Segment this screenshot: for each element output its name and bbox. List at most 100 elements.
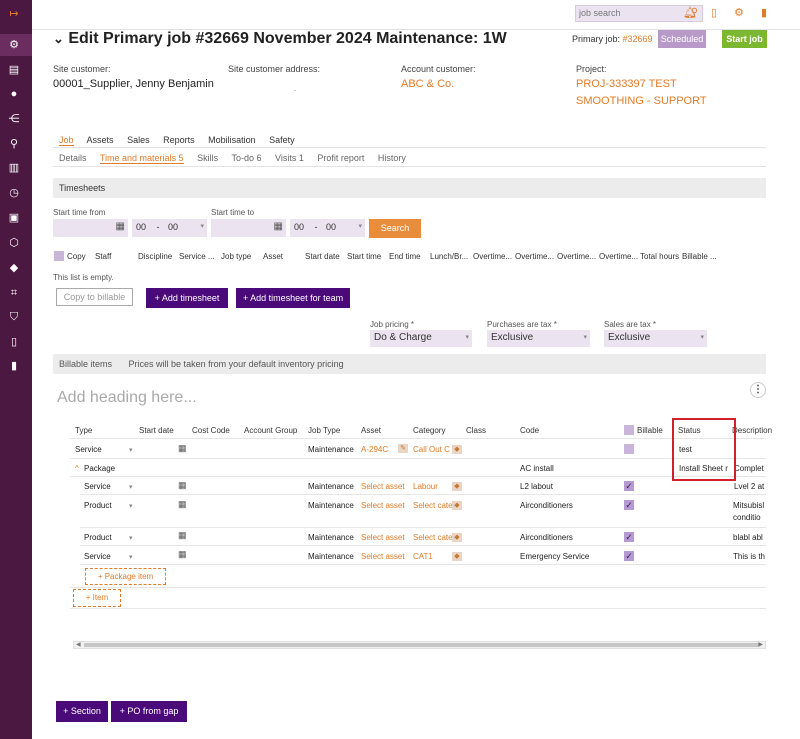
add-package-item-button[interactable]: + Package item xyxy=(85,568,166,585)
po-from-gap-button[interactable]: + PO from gap xyxy=(111,701,187,722)
row0-asset[interactable]: A-294C xyxy=(361,445,388,454)
row5-asset[interactable]: Select asset xyxy=(361,552,405,561)
bcol-billable[interactable]: Billable xyxy=(637,426,663,435)
col-end-time[interactable]: End time xyxy=(389,252,421,261)
tab-sales[interactable]: Sales xyxy=(127,135,150,145)
tab-safety[interactable]: Safety xyxy=(269,135,295,145)
add-section-button[interactable]: + Section xyxy=(56,701,108,722)
purchases-tax-select[interactable]: Exclusive ▾ xyxy=(487,330,590,347)
col-start-date[interactable]: Start date xyxy=(305,252,340,261)
chevron-down-icon[interactable]: ▾ xyxy=(129,502,133,510)
book-icon[interactable]: ▮ xyxy=(758,7,770,20)
horizontal-scrollbar[interactable]: ◀ ▶ xyxy=(73,641,766,649)
row4-type[interactable]: Product xyxy=(84,533,112,542)
col-copy[interactable]: Copy xyxy=(67,252,86,261)
bcol-description[interactable]: Description xyxy=(732,426,772,435)
add-timesheet-button[interactable]: + Add timesheet xyxy=(146,288,228,308)
tab-assets[interactable]: Assets xyxy=(87,135,114,145)
chevron-down-icon[interactable]: ⌄ xyxy=(53,31,64,46)
row5-category[interactable]: CAT1 xyxy=(413,552,433,561)
row4-code[interactable]: Airconditioners xyxy=(520,533,573,542)
add-item-button[interactable]: + Item xyxy=(73,589,121,607)
heading-input[interactable]: Add heading here... xyxy=(57,389,197,407)
scan-icon[interactable]: ⌗ xyxy=(7,286,21,300)
col-start-time[interactable]: Start time xyxy=(347,252,381,261)
clock-icon[interactable]: ◷ xyxy=(7,186,21,200)
col-discipline[interactable]: Discipline xyxy=(138,252,172,261)
bcol-account-group[interactable]: Account Group xyxy=(244,426,297,435)
book-closed-icon[interactable]: ▮ xyxy=(7,359,21,373)
edit-icon[interactable]: ✎ xyxy=(398,444,408,453)
chevron-down-icon[interactable]: ▾ xyxy=(129,446,133,454)
calendar-icon[interactable]: ▦ xyxy=(178,499,188,509)
subtab-profit-report[interactable]: Profit report xyxy=(317,153,364,163)
row4-description[interactable]: blabl abl xyxy=(733,533,763,542)
col-overtime-3[interactable]: Overtime... xyxy=(557,252,596,261)
row5-description[interactable]: This is th xyxy=(733,552,765,561)
row3-type[interactable]: Product xyxy=(84,501,112,510)
subtab-time-materials[interactable]: Time and materials 5 xyxy=(99,153,184,164)
row1-type[interactable]: Package xyxy=(84,464,115,473)
row4-job-type[interactable]: Maintenance xyxy=(308,533,354,542)
calendar-icon[interactable]: ▦ xyxy=(274,221,283,232)
tab-job[interactable]: Job xyxy=(59,135,74,146)
user-icon[interactable]: ● xyxy=(7,87,21,101)
row5-type[interactable]: Service xyxy=(84,552,111,561)
document-icon[interactable]: ▤ xyxy=(7,63,21,77)
calendar-icon[interactable]: ▦ xyxy=(178,530,188,540)
col-total-hours[interactable]: Total hours xyxy=(640,252,679,261)
bcol-cost-code[interactable]: Cost Code xyxy=(192,426,230,435)
bcol-code[interactable]: Code xyxy=(520,426,539,435)
account-customer-link[interactable]: ABC & Co. xyxy=(401,78,454,90)
col-staff[interactable]: Staff xyxy=(95,252,111,261)
row2-type[interactable]: Service xyxy=(84,482,111,491)
bcol-start-date[interactable]: Start date xyxy=(139,426,174,435)
row4-asset[interactable]: Select asset xyxy=(361,533,405,542)
subtab-skills[interactable]: Skills xyxy=(197,153,218,163)
mobile-icon[interactable]: ▯ xyxy=(708,7,720,20)
briefcase-icon[interactable]: ⚙ xyxy=(7,38,21,52)
more-options-icon[interactable]: ⋮ xyxy=(750,382,766,398)
bcol-job-type[interactable]: Job Type xyxy=(308,426,340,435)
col-lunch-break[interactable]: Lunch/Br... xyxy=(430,252,468,261)
col-overtime-4[interactable]: Overtime... xyxy=(599,252,638,261)
row2-code[interactable]: L2 labout xyxy=(520,482,553,491)
add-timesheet-team-button[interactable]: + Add timesheet for team xyxy=(236,288,350,308)
start-time-to-hour[interactable]: 00 - 00 ▾ xyxy=(290,219,365,237)
bell-icon[interactable]: 🔔︎ xyxy=(683,7,697,20)
map-icon[interactable]: ▥ xyxy=(7,161,21,175)
row5-job-type[interactable]: Maintenance xyxy=(308,552,354,561)
col-service[interactable]: Service ... xyxy=(179,252,215,261)
clipboard-icon[interactable]: ▣ xyxy=(7,211,21,225)
tag-icon[interactable]: ◆ xyxy=(452,501,462,510)
bcol-type[interactable]: Type xyxy=(75,426,92,435)
row2-job-type[interactable]: Maintenance xyxy=(308,482,354,491)
row5-code[interactable]: Emergency Service xyxy=(520,552,589,561)
tag-icon[interactable]: ◆ xyxy=(452,445,462,454)
bcol-class[interactable]: Class xyxy=(466,426,486,435)
row1-code[interactable]: AC install xyxy=(520,464,554,473)
start-time-to-date[interactable]: ▦ xyxy=(211,219,286,237)
scheduled-button[interactable]: Scheduled xyxy=(658,30,706,48)
chevron-down-icon[interactable]: ▾ xyxy=(129,553,133,561)
start-time-from-date[interactable]: ▦ xyxy=(53,219,128,237)
gear-icon[interactable]: ⚙ xyxy=(733,7,745,20)
col-asset[interactable]: Asset xyxy=(263,252,283,261)
row3-description[interactable]: Mitsubisl xyxy=(733,501,764,510)
chevron-up-icon[interactable]: ^ xyxy=(75,464,79,473)
calendar-icon[interactable]: ▦ xyxy=(178,549,188,559)
exit-icon[interactable]: ↦ xyxy=(7,7,21,21)
row3-job-type[interactable]: Maintenance xyxy=(308,501,354,510)
col-overtime-2[interactable]: Overtime... xyxy=(515,252,554,261)
subtab-details[interactable]: Details xyxy=(59,153,87,163)
tag-icon[interactable]: ◆ xyxy=(452,552,462,561)
project-link-line1[interactable]: PROJ-333397 TEST xyxy=(576,78,677,90)
scroll-left-icon[interactable]: ◀ xyxy=(76,641,81,648)
row2-billable-checkbox[interactable]: ✓ xyxy=(624,481,634,491)
row3-code[interactable]: Airconditioners xyxy=(520,501,573,510)
chevron-down-icon[interactable]: ▾ xyxy=(129,483,133,491)
search-button[interactable]: Search xyxy=(369,219,421,238)
row4-billable-checkbox[interactable]: ✓ xyxy=(624,532,634,542)
sales-tax-select[interactable]: Exclusive ▾ xyxy=(604,330,707,347)
copy-to-billable-button[interactable]: Copy to billable xyxy=(56,288,133,306)
